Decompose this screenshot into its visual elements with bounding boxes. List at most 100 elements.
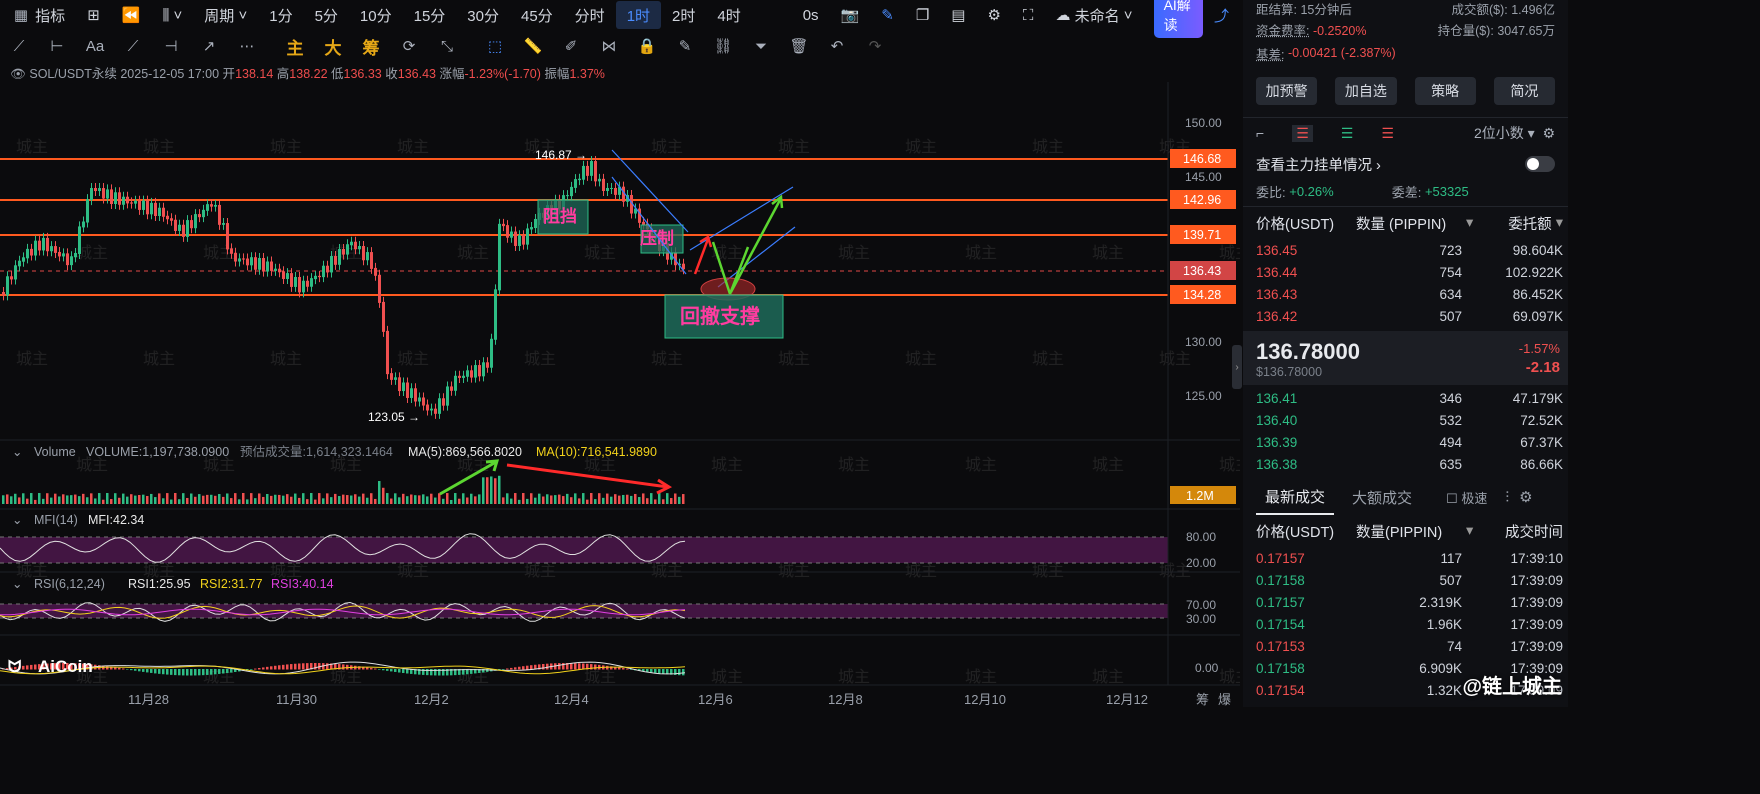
magnet-icon[interactable]: ⋈	[590, 33, 628, 59]
candle-body	[410, 388, 413, 398]
last-change: -2.18	[1525, 359, 1560, 376]
settings-icon[interactable]: ⚙	[1542, 125, 1555, 141]
interval-tab[interactable]: 分时	[564, 1, 616, 29]
window-icon[interactable]: ❐	[905, 1, 940, 29]
orderbook-asks-icon[interactable]: ☰	[1381, 125, 1394, 142]
chips-tool-button[interactable]: 筹	[352, 33, 390, 59]
template-icon[interactable]: ▤	[940, 1, 976, 29]
cursor-icon[interactable]: ⬚	[476, 33, 514, 59]
price-chart[interactable]: 城主城主城主城主城主城主城主城主城主城主城主城主城主城主城主城主城主城主城主城主…	[0, 82, 1240, 707]
camera-icon[interactable]: 📷	[830, 1, 871, 29]
interval-tab[interactable]: 5分	[304, 1, 349, 29]
pressure-box[interactable]: 压制	[640, 224, 684, 254]
hline-icon[interactable]: ⊢	[38, 33, 76, 59]
candle-type-icon[interactable]: ⫼ ˅	[151, 1, 193, 29]
candle-body	[242, 258, 245, 260]
layout-name-dropdown[interactable]: ☁ 未命名 ˅	[1044, 1, 1143, 29]
ray-icon[interactable]: ⟋	[114, 33, 152, 59]
redo-icon[interactable]: ↷	[856, 33, 894, 59]
tab-large-trades[interactable]: 大额成交	[1352, 487, 1412, 508]
trash-icon[interactable]: 🗑	[780, 33, 818, 59]
main-tool-button[interactable]: 主	[276, 33, 314, 59]
interval-tab[interactable]: 4时	[706, 1, 751, 29]
interval-tab[interactable]: 15分	[403, 1, 457, 29]
text-icon[interactable]: Aa	[76, 33, 114, 59]
support-box[interactable]: 回撤支撑	[664, 294, 784, 339]
ruler-icon[interactable]: 📏	[514, 33, 552, 59]
horizontal-ray-icon[interactable]: ⊣	[152, 33, 190, 59]
order-row[interactable]: 136.41 346 47.179K	[1243, 387, 1568, 409]
order-row[interactable]: 136.40 532 72.52K	[1243, 409, 1568, 431]
panel-button[interactable]: 简况	[1493, 77, 1555, 105]
panel-button[interactable]: 策略	[1414, 77, 1476, 105]
panel-button[interactable]: 加自选	[1335, 77, 1397, 105]
period-dropdown[interactable]: 周期 ˅	[193, 1, 258, 29]
filter-icon[interactable]: ⏷	[742, 33, 780, 59]
orderbook-bids-icon[interactable]: ☰	[1341, 125, 1354, 142]
panel-button[interactable]: 加预警	[1256, 77, 1318, 105]
macd-bar	[274, 665, 277, 670]
interval-tab[interactable]: 2时	[661, 1, 706, 29]
chips-axis-button[interactable]: 筹	[1196, 692, 1209, 707]
trade-row[interactable]: 0.17157 117 17:39:10	[1243, 547, 1568, 569]
trade-row[interactable]: 0.17154 1.96K 17:39:09	[1243, 613, 1568, 635]
order-row[interactable]: 136.39 494 67.37K	[1243, 431, 1568, 453]
watermark: 城主	[1219, 244, 1240, 262]
settings-icon[interactable]: ⚙	[1519, 488, 1532, 506]
order-row[interactable]: 136.42 507 69.097K	[1243, 305, 1568, 327]
layout-icon[interactable]: ⊞	[76, 1, 111, 29]
trade-row[interactable]: 0.17158 507 17:39:09	[1243, 569, 1568, 591]
liq-axis-button[interactable]: 爆	[1218, 692, 1231, 707]
brush-icon[interactable]: ✐	[552, 33, 590, 59]
trade-row[interactable]: 0.17153 74 17:39:09	[1243, 635, 1568, 657]
big-tool-button[interactable]: 大	[314, 33, 352, 59]
settings-icon[interactable]: ⚙	[976, 1, 1011, 29]
order-row[interactable]: 136.38 635 86.66K	[1243, 453, 1568, 475]
macd-bar	[198, 669, 201, 676]
interval-tab[interactable]: 30分	[456, 1, 510, 29]
os-button[interactable]: 0s	[792, 1, 830, 29]
interval-tab[interactable]: 1分	[258, 1, 303, 29]
chat-icon[interactable]: ⌐	[1256, 125, 1264, 142]
view-main-orders-link[interactable]: 查看主力挂单情况 ›	[1256, 154, 1381, 175]
volume-bar	[318, 493, 321, 504]
pen-icon[interactable]: ✎	[870, 1, 905, 29]
order-row[interactable]: 136.44 754 102.922K	[1243, 261, 1568, 283]
tab-latest-trades[interactable]: 最新成交	[1256, 480, 1335, 515]
indicator-button[interactable]: ▦ 指标	[0, 1, 76, 29]
measure-icon[interactable]: ⤡	[428, 33, 466, 59]
eye-icon[interactable]: 👁	[10, 67, 26, 81]
undo-icon[interactable]: ↶	[818, 33, 856, 59]
filter-icon[interactable]: ⫶	[1505, 489, 1509, 506]
resist-box[interactable]: 阻挡	[537, 199, 589, 235]
main-orders-toggle[interactable]	[1525, 156, 1555, 172]
share-icon[interactable]: ⤴	[1203, 1, 1240, 29]
candle-body	[382, 301, 385, 332]
macd-bar	[290, 664, 293, 670]
orderbook-both-icon[interactable]: ☰	[1292, 124, 1313, 142]
interval-tab[interactable]: 10分	[349, 1, 403, 29]
arrow-red-up[interactable]	[693, 238, 710, 275]
refresh-icon[interactable]: ⟳	[390, 33, 428, 59]
fast-checkbox[interactable]: ☐ 极速	[1446, 488, 1487, 507]
edit-icon[interactable]: ✎	[666, 33, 704, 59]
link-icon[interactable]: ⛓	[704, 33, 742, 59]
trade-row[interactable]: 0.17157 2.319K 17:39:09	[1243, 591, 1568, 613]
interval-tab[interactable]: 45分	[510, 1, 564, 29]
trendline-icon[interactable]: ⟋	[0, 33, 38, 59]
candle-body	[10, 276, 13, 280]
rewind-icon[interactable]: ⏪	[111, 1, 152, 29]
candle-body	[474, 365, 477, 378]
fullscreen-icon[interactable]: ⛶	[1012, 1, 1045, 29]
candle-body	[438, 398, 441, 414]
panel-splitter[interactable]: ›	[1232, 345, 1242, 389]
decimals-dropdown[interactable]: 2位小数 ▾ ⚙	[1474, 123, 1555, 143]
volume-bar	[658, 493, 661, 504]
volume-bar	[342, 494, 345, 504]
arrow-line-icon[interactable]: ↗	[190, 33, 228, 59]
lock-icon[interactable]: 🔒	[628, 33, 666, 59]
order-row[interactable]: 136.43 634 86.452K	[1243, 283, 1568, 305]
interval-tab[interactable]: 1时	[615, 1, 662, 29]
order-row[interactable]: 136.45 723 98.604K	[1243, 239, 1568, 261]
more-icon[interactable]: ⋯	[228, 33, 266, 59]
